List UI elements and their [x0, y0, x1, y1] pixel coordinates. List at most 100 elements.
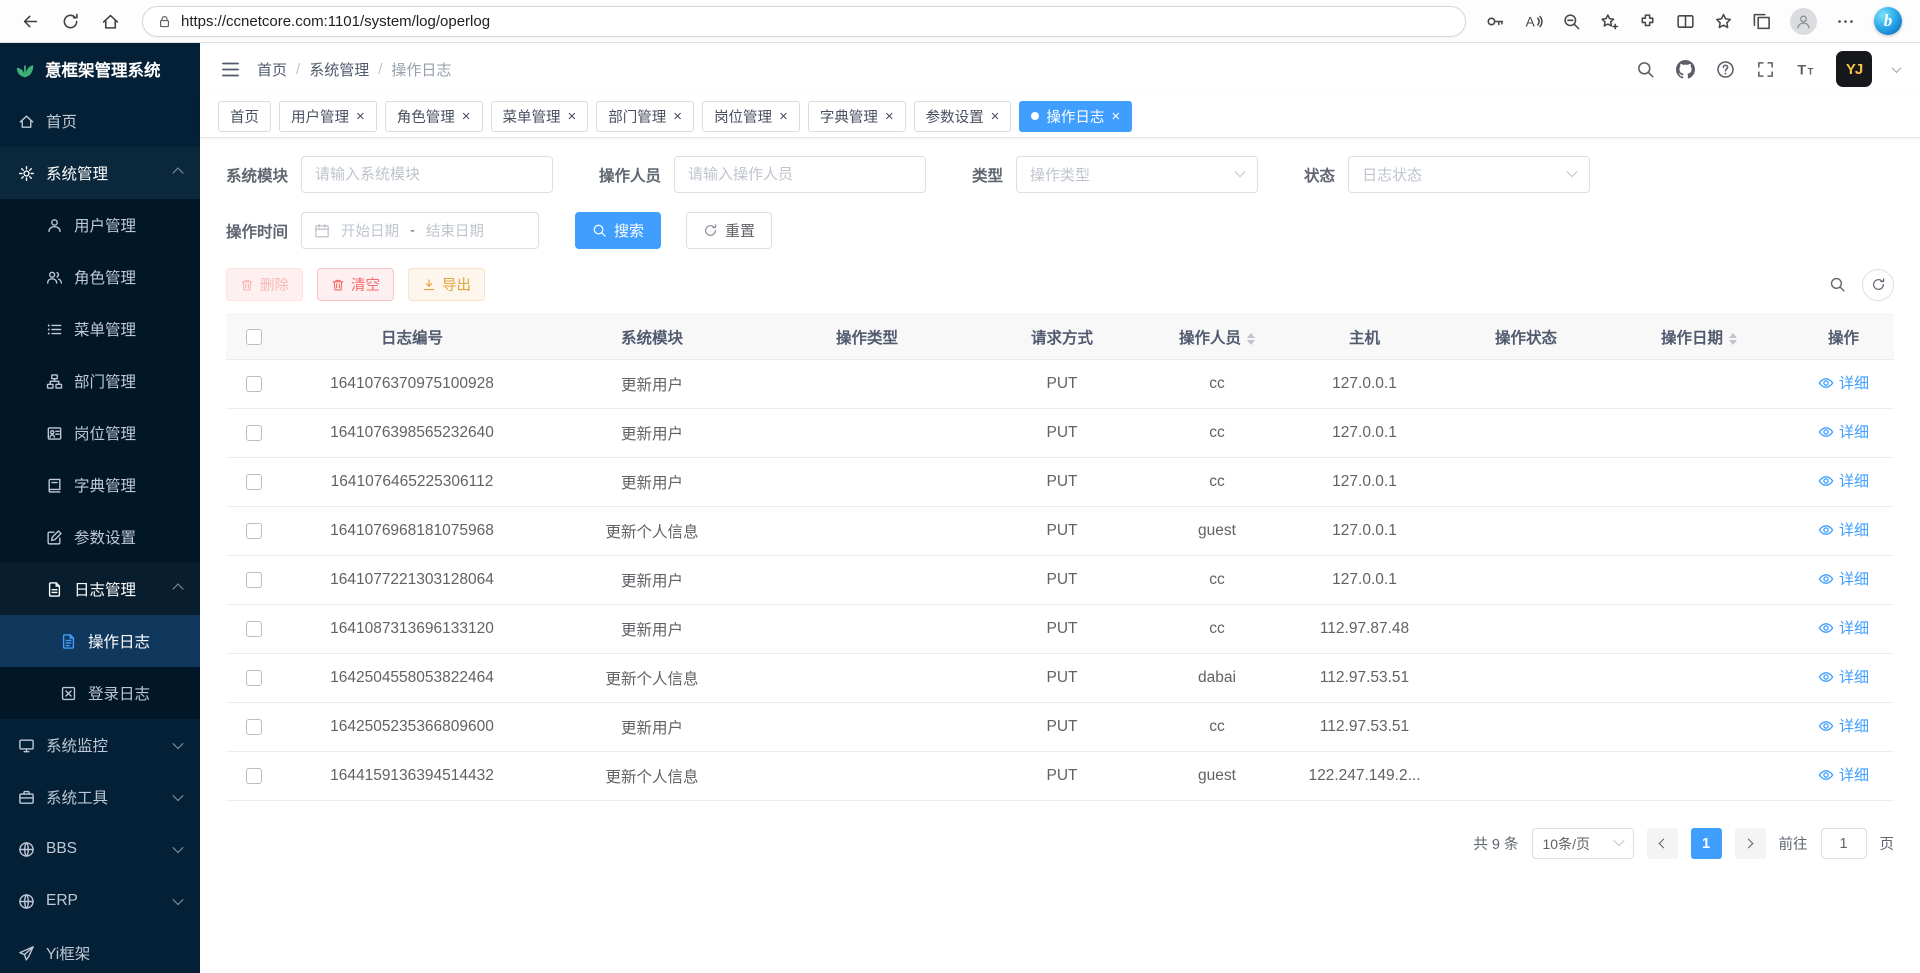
key-icon[interactable]: [1486, 12, 1505, 31]
detail-link[interactable]: 详细: [1818, 519, 1869, 540]
chevron-down-icon[interactable]: [1892, 63, 1902, 73]
menu-fold-icon[interactable]: [220, 59, 241, 80]
date-range-picker[interactable]: 开始日期 - 结束日期: [301, 212, 539, 249]
extensions-icon[interactable]: [1638, 12, 1657, 31]
prev-page-button[interactable]: [1647, 828, 1678, 859]
refresh-table-button[interactable]: [1862, 269, 1894, 301]
close-icon[interactable]: ×: [885, 109, 894, 124]
back-button[interactable]: [14, 5, 46, 37]
next-page-button[interactable]: [1735, 828, 1766, 859]
row-checkbox[interactable]: [246, 572, 262, 588]
column-header[interactable]: 操作人员: [1152, 315, 1282, 360]
home-button[interactable]: [94, 5, 126, 37]
sidebar-item-list[interactable]: 菜单管理: [0, 303, 200, 355]
read-aloud-icon[interactable]: A: [1524, 12, 1543, 31]
reset-button[interactable]: 重置: [686, 212, 772, 249]
delete-button[interactable]: 删除: [226, 268, 303, 301]
sort-icon[interactable]: [1247, 333, 1255, 346]
clear-button[interactable]: 清空: [317, 268, 394, 301]
font-size-icon[interactable]: TT: [1796, 60, 1815, 79]
tab-1[interactable]: 用户管理×: [279, 101, 377, 132]
more-menu-icon[interactable]: [1836, 12, 1855, 31]
sidebar-item-dict[interactable]: 字典管理: [0, 459, 200, 511]
fullscreen-icon[interactable]: [1756, 60, 1775, 79]
sidebar-item-users[interactable]: 角色管理: [0, 251, 200, 303]
tab-4[interactable]: 部门管理×: [596, 101, 694, 132]
detail-link[interactable]: 详细: [1818, 715, 1869, 736]
module-input[interactable]: [301, 156, 553, 193]
column-header[interactable]: 操作日期: [1605, 315, 1793, 360]
tab-3[interactable]: 菜单管理×: [491, 101, 589, 132]
sidebar-item-gear[interactable]: 系统管理: [0, 147, 200, 199]
sidebar-item-home[interactable]: 首页: [0, 95, 200, 147]
row-checkbox[interactable]: [246, 768, 262, 784]
sidebar-item-globe[interactable]: BBS: [0, 823, 200, 875]
tab-7[interactable]: 参数设置×: [914, 101, 1012, 132]
sidebar-item-plane[interactable]: Yi框架: [0, 927, 200, 973]
detail-link[interactable]: 详细: [1818, 764, 1869, 785]
copilot-icon[interactable]: b: [1874, 7, 1902, 35]
detail-link[interactable]: 详细: [1818, 372, 1869, 393]
breadcrumb-item[interactable]: 系统管理: [309, 59, 369, 80]
row-checkbox[interactable]: [246, 670, 262, 686]
search-button[interactable]: 搜索: [575, 212, 661, 249]
sidebar-item-tools[interactable]: 系统工具: [0, 771, 200, 823]
collections-icon[interactable]: [1752, 12, 1771, 31]
status-select[interactable]: 日志状态: [1348, 156, 1590, 193]
type-select[interactable]: 操作类型: [1016, 156, 1258, 193]
tab-8-active[interactable]: 操作日志×: [1019, 101, 1132, 132]
close-icon[interactable]: ×: [568, 109, 577, 124]
search-icon[interactable]: [1636, 60, 1655, 79]
goto-page-input[interactable]: [1821, 828, 1867, 859]
sort-icon[interactable]: [1729, 333, 1737, 346]
reload-button[interactable]: [54, 5, 86, 37]
sidebar-item-globe2[interactable]: ERP: [0, 875, 200, 927]
sidebar-item-edit[interactable]: 参数设置: [0, 511, 200, 563]
detail-link[interactable]: 详细: [1818, 470, 1869, 491]
close-icon[interactable]: ×: [356, 109, 365, 124]
export-button[interactable]: 导出: [408, 268, 485, 301]
sidebar-item-loginlog[interactable]: 登录日志: [0, 667, 200, 719]
row-checkbox[interactable]: [246, 425, 262, 441]
sidebar-item-post[interactable]: 岗位管理: [0, 407, 200, 459]
toggle-search-icon[interactable]: [1829, 276, 1846, 293]
close-icon[interactable]: ×: [779, 109, 788, 124]
detail-link[interactable]: 详细: [1818, 666, 1869, 687]
row-checkbox[interactable]: [246, 523, 262, 539]
help-icon[interactable]: [1716, 60, 1735, 79]
tab-2[interactable]: 角色管理×: [385, 101, 483, 132]
cell-operator: cc: [1152, 458, 1282, 507]
sidebar-item-operlog[interactable]: 操作日志: [0, 615, 200, 667]
favorites-icon[interactable]: [1714, 12, 1733, 31]
close-icon[interactable]: ×: [673, 109, 682, 124]
user-avatar[interactable]: YJ: [1836, 51, 1872, 87]
page-size-select[interactable]: 10条/页: [1532, 828, 1634, 859]
current-page-button[interactable]: 1: [1691, 828, 1722, 859]
row-checkbox[interactable]: [246, 474, 262, 490]
row-checkbox[interactable]: [246, 719, 262, 735]
operator-input[interactable]: [674, 156, 926, 193]
sidebar-item-monitor[interactable]: 系统监控: [0, 719, 200, 771]
add-favorite-icon[interactable]: [1600, 12, 1619, 31]
select-all-checkbox[interactable]: [246, 329, 262, 345]
zoom-out-icon[interactable]: [1562, 12, 1581, 31]
tab-0[interactable]: 首页: [218, 101, 271, 132]
row-checkbox[interactable]: [246, 621, 262, 637]
close-icon[interactable]: ×: [991, 109, 1000, 124]
tab-6[interactable]: 字典管理×: [808, 101, 906, 132]
github-icon[interactable]: [1676, 60, 1695, 79]
tab-5[interactable]: 岗位管理×: [702, 101, 800, 132]
address-bar[interactable]: https://ccnetcore.com:1101/system/log/op…: [142, 6, 1466, 37]
close-icon[interactable]: ×: [462, 109, 471, 124]
close-icon[interactable]: ×: [1111, 109, 1120, 124]
sidebar-item-dept[interactable]: 部门管理: [0, 355, 200, 407]
detail-link[interactable]: 详细: [1818, 421, 1869, 442]
detail-link[interactable]: 详细: [1818, 617, 1869, 638]
breadcrumb-item[interactable]: 首页: [257, 59, 287, 80]
split-screen-icon[interactable]: [1676, 12, 1695, 31]
detail-link[interactable]: 详细: [1818, 568, 1869, 589]
sidebar-item-logmgr[interactable]: 日志管理: [0, 563, 200, 615]
profile-button[interactable]: [1790, 8, 1817, 35]
row-checkbox[interactable]: [246, 376, 262, 392]
sidebar-item-user[interactable]: 用户管理: [0, 199, 200, 251]
